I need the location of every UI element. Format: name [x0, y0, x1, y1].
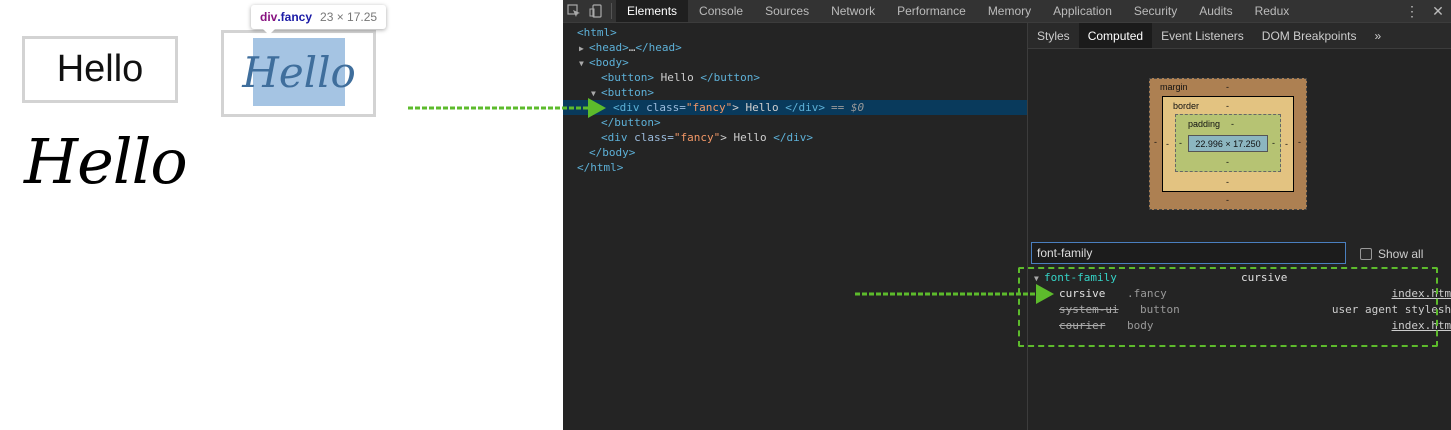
annotation-highlight-box: [1018, 267, 1438, 347]
annotation-overlay: [408, 98, 1054, 304]
annotation-arrowhead-1: [588, 98, 606, 118]
